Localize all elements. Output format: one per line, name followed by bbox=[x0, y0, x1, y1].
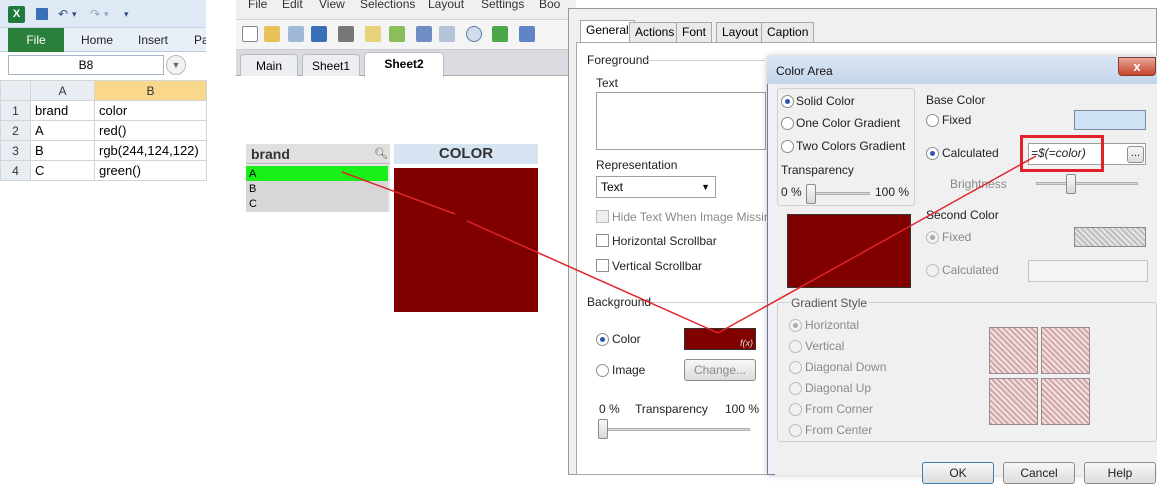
annotation-line bbox=[466, 220, 719, 334]
annotation-arrows bbox=[341, 155, 1037, 334]
annotation-line bbox=[341, 171, 456, 215]
annotation-line bbox=[717, 155, 1037, 334]
